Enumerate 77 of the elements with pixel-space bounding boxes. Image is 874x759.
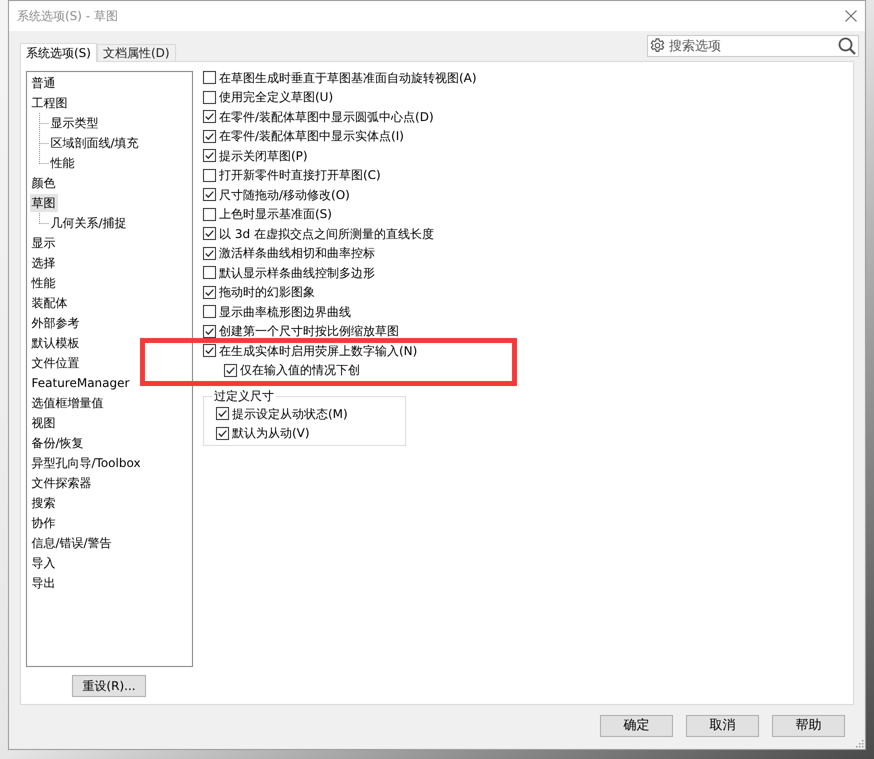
tree-connector [38, 213, 48, 224]
tab[interactable]: 系统选项(S) [20, 43, 97, 62]
option-label: 默认显示样条曲线控制多边形 [219, 264, 375, 281]
option-label: 拖动时的幻影图象 [219, 284, 315, 300]
close-icon[interactable] [845, 10, 857, 22]
tree-item[interactable]: 普通 [30, 74, 58, 92]
checkbox[interactable] [216, 426, 229, 440]
checkbox[interactable] [203, 130, 216, 143]
tree-item[interactable]: 协作 [30, 514, 58, 532]
checkbox[interactable] [224, 364, 237, 377]
option-label: 打开新零件时直接打开草图(C) [219, 167, 381, 184]
checkbox[interactable] [203, 227, 216, 240]
option-label: 使用完全定义草图(U) [219, 89, 334, 106]
tree-item[interactable]: 性能 [30, 274, 58, 292]
option-label: 激活样条曲线相切和曲率控标 [219, 245, 375, 262]
dialog-button[interactable]: 取消 [686, 715, 759, 737]
option-label: 在零件/装配体草图中显示实体点(I) [219, 128, 404, 144]
checkbox[interactable] [203, 90, 216, 104]
tree-item[interactable]: 草图 [30, 194, 58, 212]
option-label: 以 3d 在虚拟交点之间所测量的直线长度 [219, 226, 434, 242]
checkbox[interactable] [203, 324, 216, 338]
tab[interactable]: 文档属性(D) [96, 44, 176, 61]
option-label: 在零件/装配体草图中显示圆弧中心点(D) [219, 108, 434, 125]
checkbox[interactable] [203, 344, 216, 358]
option-label: 尺寸随拖动/移动修改(O) [219, 186, 350, 203]
search-icon[interactable] [838, 37, 856, 55]
checkbox[interactable] [203, 286, 216, 299]
option-label: 创建第一个尺寸时按比例缩放草图 [219, 323, 399, 340]
tree-item[interactable]: 导入 [30, 554, 58, 572]
tree-item[interactable]: 选择 [30, 254, 58, 272]
option-label: 默认为从动(V) [232, 425, 310, 442]
tree-item[interactable]: 文件探索器 [30, 474, 94, 492]
checkbox[interactable] [203, 149, 216, 162]
checkbox[interactable] [203, 168, 216, 182]
option-label: 提示关闭草图(P) [219, 148, 308, 164]
tree-item[interactable]: 搜索 [30, 494, 58, 512]
window-title: 系统选项(S) - 草图 [17, 8, 118, 24]
option-label: 上色时显示基准面(S) [219, 206, 332, 222]
option-label: 在生成实体时启用荧屏上数字输入(N) [219, 342, 418, 359]
option-label: 提示设定从动状态(M) [232, 406, 348, 422]
checkbox[interactable] [216, 407, 229, 420]
tree-item[interactable]: FeatureManager [30, 374, 132, 392]
checkbox[interactable] [203, 266, 216, 280]
option-label: 显示曲率梳形图边界曲线 [219, 304, 351, 320]
tree-item[interactable]: 显示 [30, 234, 58, 252]
tree-item[interactable]: 性能 [48, 154, 76, 172]
tree-item[interactable]: 区域剖面线/填充 [48, 134, 141, 152]
tree-item[interactable]: 装配体 [30, 294, 70, 312]
tree-item[interactable]: 几何关系/捕捉 [48, 214, 129, 232]
option-label: 在草图生成时垂直于草图基准面自动旋转视图(A) [219, 70, 477, 86]
tree-item[interactable]: 异型孔向导/Toolbox [30, 454, 143, 472]
tree-item[interactable]: 视图 [30, 414, 58, 432]
tree-item[interactable]: 选值框增量值 [30, 394, 106, 412]
dialog-button[interactable]: 帮助 [772, 715, 845, 737]
checkbox[interactable] [203, 305, 216, 318]
checkbox[interactable] [203, 208, 216, 221]
tree-item[interactable]: 工程图 [30, 94, 70, 112]
option-label: 仅在输入值的情况下创 [240, 362, 360, 378]
checkbox[interactable] [203, 71, 216, 84]
tree-item[interactable]: 备份/恢复 [30, 434, 86, 452]
reset-button[interactable]: 重设(R)... [72, 675, 146, 697]
resize-grip-icon[interactable] [855, 739, 864, 748]
tree-item[interactable]: 导出 [30, 574, 58, 592]
settings-icon[interactable] [650, 38, 665, 53]
checkbox[interactable] [203, 188, 216, 202]
tree-item[interactable]: 默认模板 [30, 334, 82, 352]
tree-item[interactable]: 外部参考 [30, 314, 82, 332]
group-title: 过定义尺寸 [213, 388, 275, 404]
checkbox[interactable] [203, 246, 216, 260]
tree-item[interactable]: 文件位置 [30, 354, 82, 372]
tree-connector [38, 113, 48, 133]
checkbox[interactable] [203, 110, 216, 124]
tree-item[interactable]: 颜色 [30, 174, 58, 192]
dialog-button[interactable]: 确定 [600, 715, 673, 737]
tree-item[interactable]: 信息/错误/警告 [30, 534, 114, 552]
tree-item[interactable]: 显示类型 [48, 114, 100, 132]
search-field[interactable]: 搜索选项 [647, 35, 859, 57]
